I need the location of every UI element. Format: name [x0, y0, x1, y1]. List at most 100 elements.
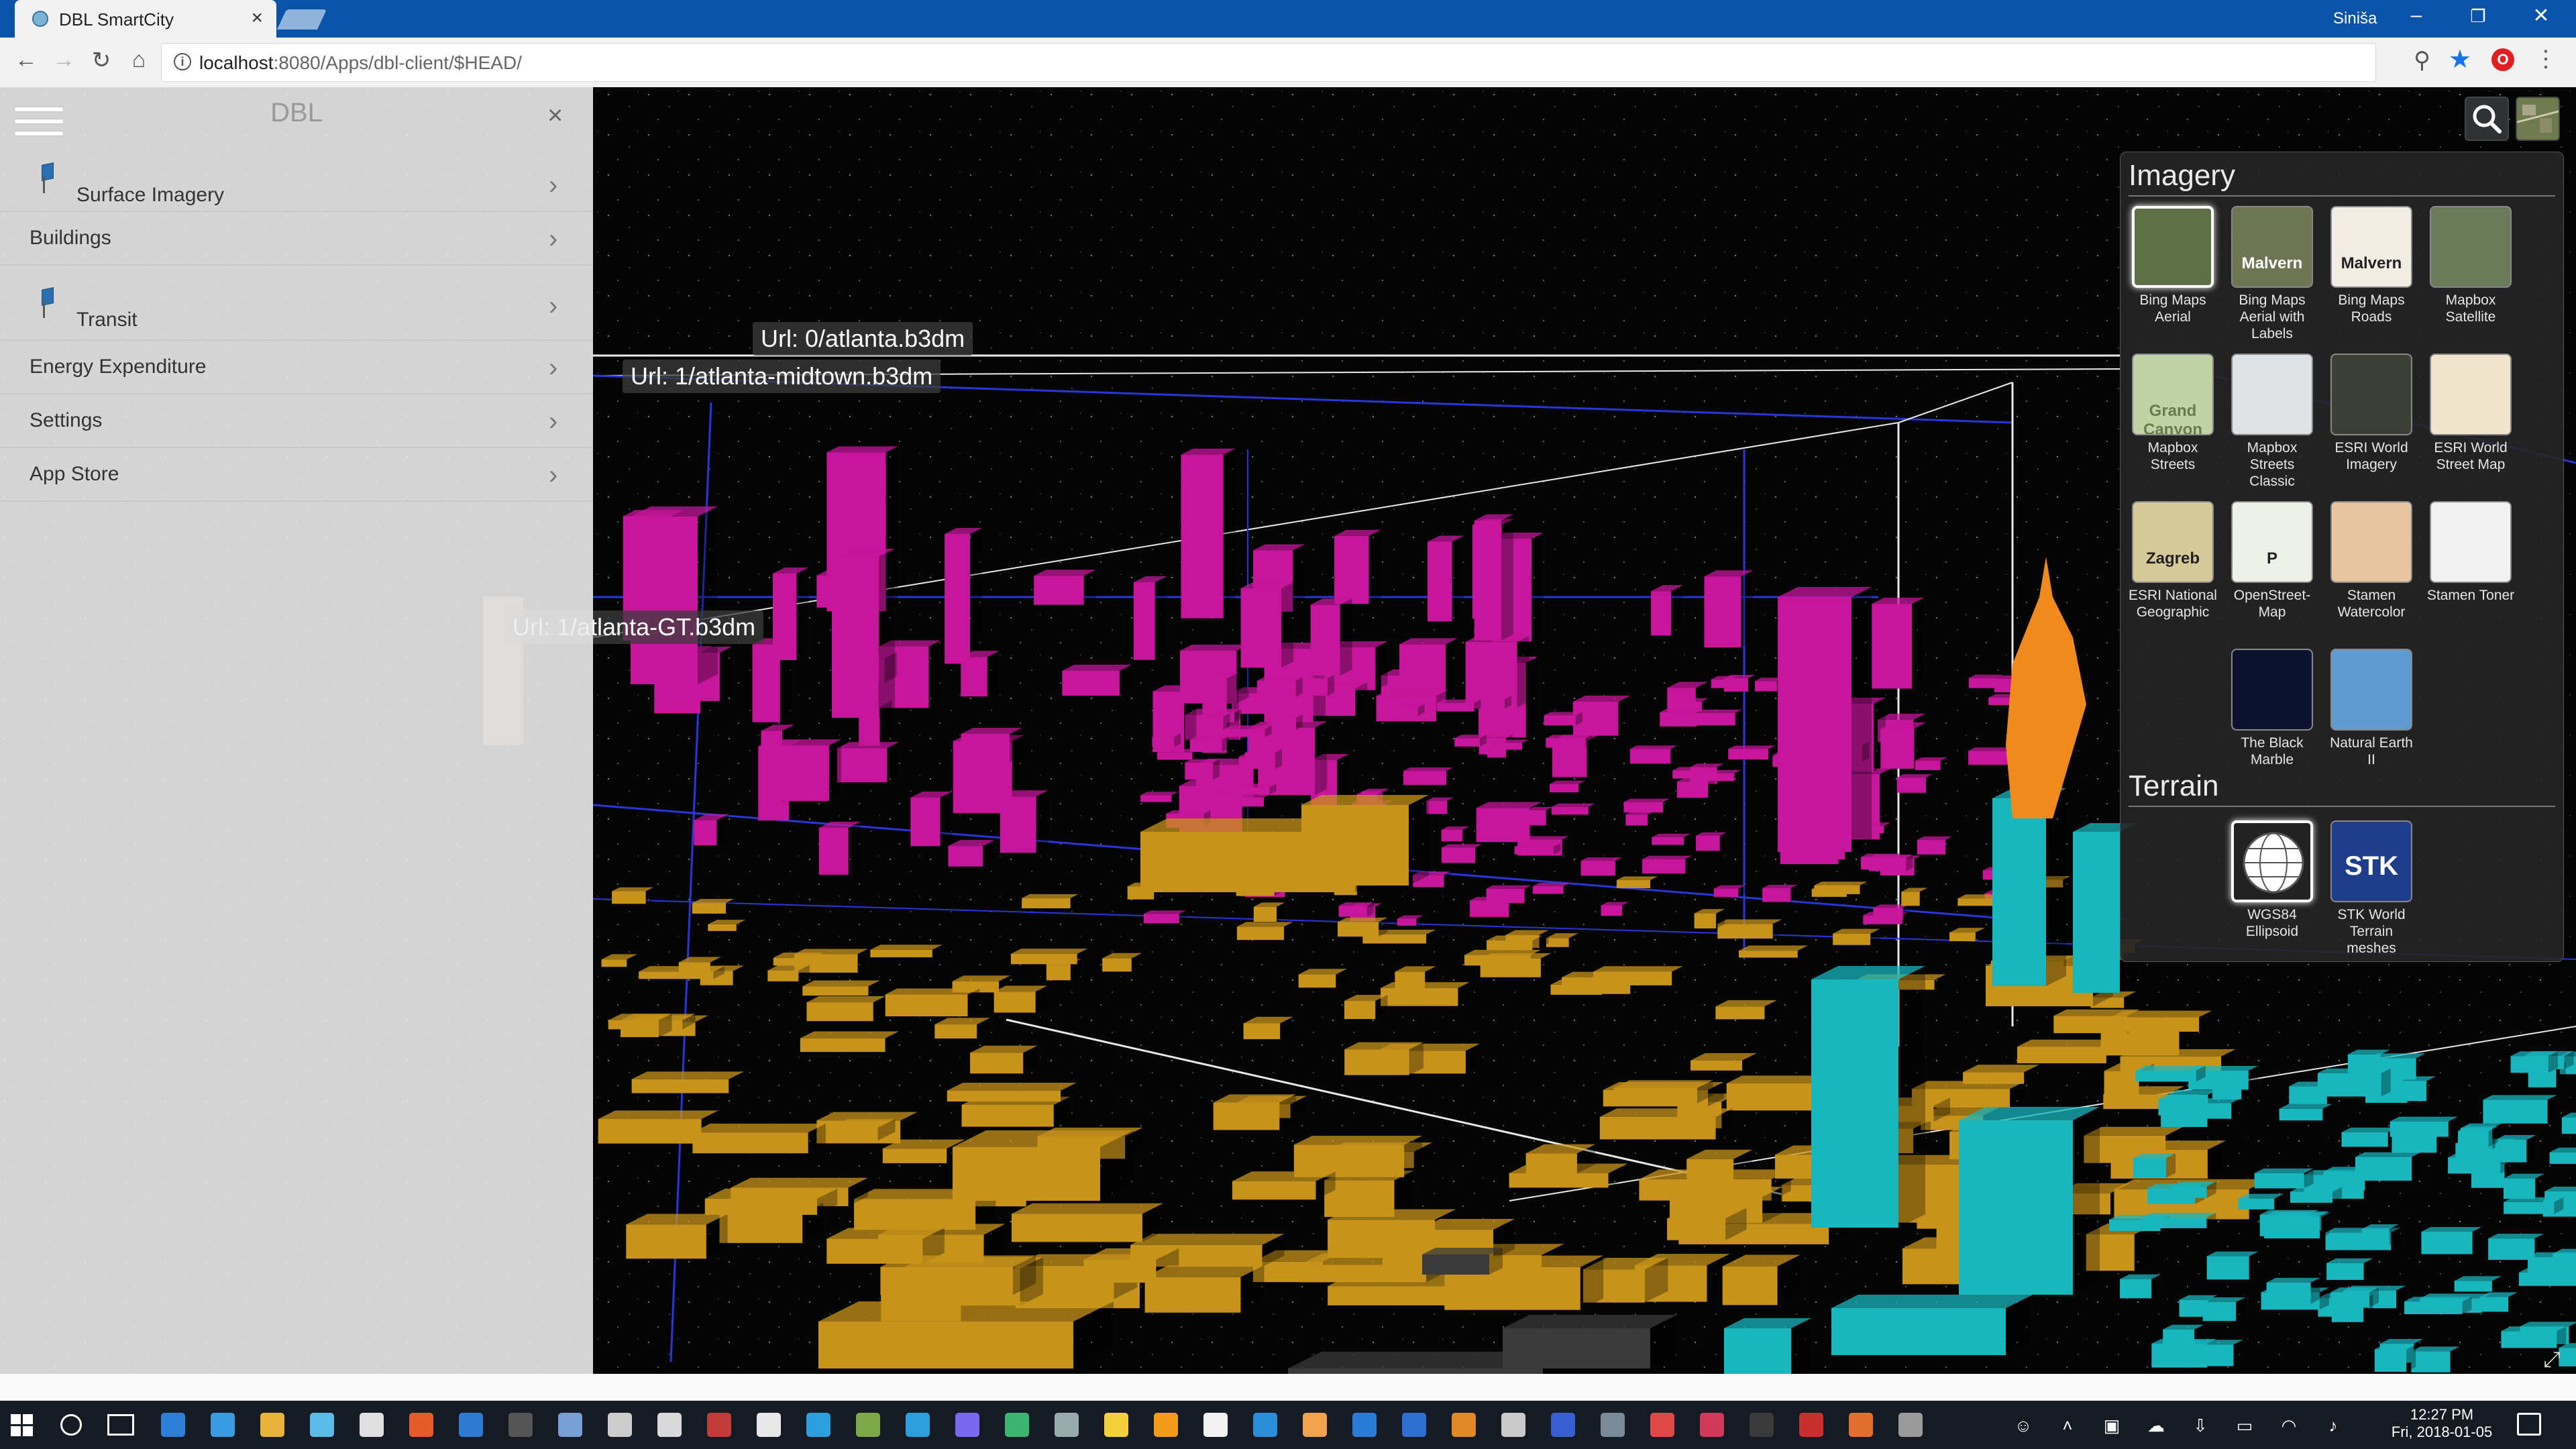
taskbar-app-icon[interactable]: [310, 1413, 334, 1437]
building[interactable]: [2457, 1126, 2498, 1147]
building[interactable]: [1692, 709, 1742, 726]
building[interactable]: [2411, 1346, 2460, 1373]
menu-item-transit[interactable]: Transit ›: [0, 266, 593, 341]
building[interactable]: [1344, 1042, 1424, 1075]
taskbar-app-icon[interactable]: [955, 1413, 979, 1437]
taskbar-app-icon[interactable]: [1303, 1413, 1327, 1437]
taskbar-app-icon[interactable]: [558, 1413, 582, 1437]
tray-icon[interactable]: ☺: [2014, 1417, 2033, 1434]
cortana-icon[interactable]: [60, 1414, 82, 1436]
taskbar-app-icon[interactable]: [1154, 1413, 1178, 1437]
building[interactable]: [2528, 1252, 2576, 1281]
building[interactable]: [1503, 1315, 1677, 1368]
building[interactable]: [2510, 1051, 2558, 1073]
building[interactable]: [1256, 677, 1303, 697]
building[interactable]: [1599, 1108, 1733, 1140]
building[interactable]: [1717, 919, 1782, 939]
building[interactable]: [802, 980, 880, 996]
building[interactable]: [1694, 909, 1725, 929]
building[interactable]: [1428, 535, 1464, 622]
browser-menu-icon[interactable]: ⋮: [2534, 46, 2557, 72]
taskbar-app-icon[interactable]: [608, 1413, 632, 1437]
fullscreen-icon[interactable]: ⤢: [2537, 1346, 2567, 1373]
imagery-option-mapbox-streets[interactable]: Grand Canyon Mapbox Streets: [2126, 354, 2220, 473]
building[interactable]: [1693, 769, 1741, 782]
taskbar-app-icon[interactable]: [1253, 1413, 1277, 1437]
imagery-option-esri-world-street-map[interactable]: ESRI World Street Map: [2424, 354, 2518, 473]
building[interactable]: [1133, 576, 1167, 660]
building[interactable]: [1811, 966, 1925, 1228]
building[interactable]: [1778, 587, 1872, 852]
clock-time[interactable]: 12:27 PM: [2388, 1406, 2496, 1424]
building[interactable]: [947, 1082, 1077, 1102]
building[interactable]: [2355, 1152, 2422, 1181]
building[interactable]: [1738, 945, 1808, 958]
imagery-option-natural-earth-ii[interactable]: Natural Earth II: [2324, 649, 2418, 768]
building[interactable]: [2421, 1227, 2482, 1254]
forward-icon[interactable]: →: [48, 47, 79, 73]
taskbar-app-icon[interactable]: [806, 1413, 830, 1437]
building[interactable]: [2206, 1251, 2259, 1280]
building[interactable]: [1762, 884, 1798, 902]
building[interactable]: [2254, 1168, 2314, 1189]
building[interactable]: [1652, 833, 1691, 845]
menu-item-buildings[interactable]: Buildings ›: [0, 212, 593, 266]
building[interactable]: [1253, 902, 1285, 922]
building[interactable]: [626, 1214, 728, 1259]
building[interactable]: [1532, 883, 1570, 894]
browser-tab-active[interactable]: DBL SmartCity ×: [15, 0, 276, 38]
building[interactable]: [1213, 1094, 1296, 1130]
building[interactable]: [1601, 902, 1629, 916]
window-restore-button[interactable]: ❐: [2451, 6, 2505, 27]
building[interactable]: [1487, 935, 1542, 951]
building[interactable]: [1034, 570, 1096, 605]
building[interactable]: [1831, 1295, 2033, 1355]
taskbar-app-icon[interactable]: [1402, 1413, 1426, 1437]
building[interactable]: [832, 549, 895, 718]
building[interactable]: [1480, 953, 1552, 977]
building[interactable]: [2503, 1173, 2545, 1199]
building[interactable]: [2169, 1098, 2241, 1119]
building[interactable]: [1310, 598, 1352, 676]
building[interactable]: [1201, 713, 1230, 730]
building[interactable]: [1514, 843, 1561, 855]
url-text[interactable]: localhost:8080/Apps/dbl-client/$HEAD/: [199, 52, 522, 74]
building[interactable]: [2501, 1326, 2567, 1348]
imagery-option-mapbox-satellite[interactable]: Mapbox Satellite: [2424, 206, 2518, 325]
building[interactable]: [639, 966, 724, 979]
building[interactable]: [1616, 876, 1658, 889]
taskbar-app-icon[interactable]: [1501, 1413, 1525, 1437]
new-tab-button[interactable]: [277, 9, 327, 30]
building[interactable]: [1696, 832, 1727, 851]
building[interactable]: [1715, 1000, 1777, 1020]
building[interactable]: [1868, 854, 1913, 871]
imagery-option-stamen-toner[interactable]: Stamen Toner: [2424, 501, 2518, 604]
building[interactable]: [1963, 1065, 2039, 1084]
imagery-option-stamen-watercolor[interactable]: Stamen Watercolor: [2324, 501, 2418, 621]
task-view-icon[interactable]: [107, 1414, 134, 1436]
building[interactable]: [870, 945, 943, 957]
taskbar-app-icon[interactable]: [757, 1413, 781, 1437]
taskbar-app-icon[interactable]: [856, 1413, 880, 1437]
building[interactable]: [1102, 953, 1142, 972]
taskbar-app-icon[interactable]: [1352, 1413, 1377, 1437]
imagery-option-esri-world-imagery[interactable]: ESRI World Imagery: [2324, 354, 2418, 473]
window-close-button[interactable]: ✕: [2514, 4, 2568, 28]
building[interactable]: [1422, 1248, 1503, 1275]
building[interactable]: [2326, 1258, 2373, 1280]
taskbar-app-icon[interactable]: [906, 1413, 930, 1437]
building[interactable]: [1454, 735, 1487, 747]
imagery-option-bing-maps-aerial[interactable]: Bing Maps Aerial: [2126, 206, 2220, 325]
building[interactable]: [1301, 795, 1429, 885]
menu-item-surface-imagery[interactable]: Surface Imagery ›: [0, 152, 593, 212]
building[interactable]: [1240, 582, 1294, 668]
menu-item-energy-expenditure[interactable]: Energy Expenditure ›: [0, 341, 593, 394]
building[interactable]: [1293, 1136, 1423, 1177]
building[interactable]: [1244, 749, 1283, 769]
building[interactable]: [2266, 1277, 2320, 1304]
taskbar-app-icon[interactable]: [1849, 1413, 1873, 1437]
building[interactable]: [970, 1045, 1038, 1074]
building[interactable]: [2341, 1127, 2398, 1147]
window-minimize-button[interactable]: –: [2390, 4, 2443, 27]
building[interactable]: [1629, 745, 1678, 764]
